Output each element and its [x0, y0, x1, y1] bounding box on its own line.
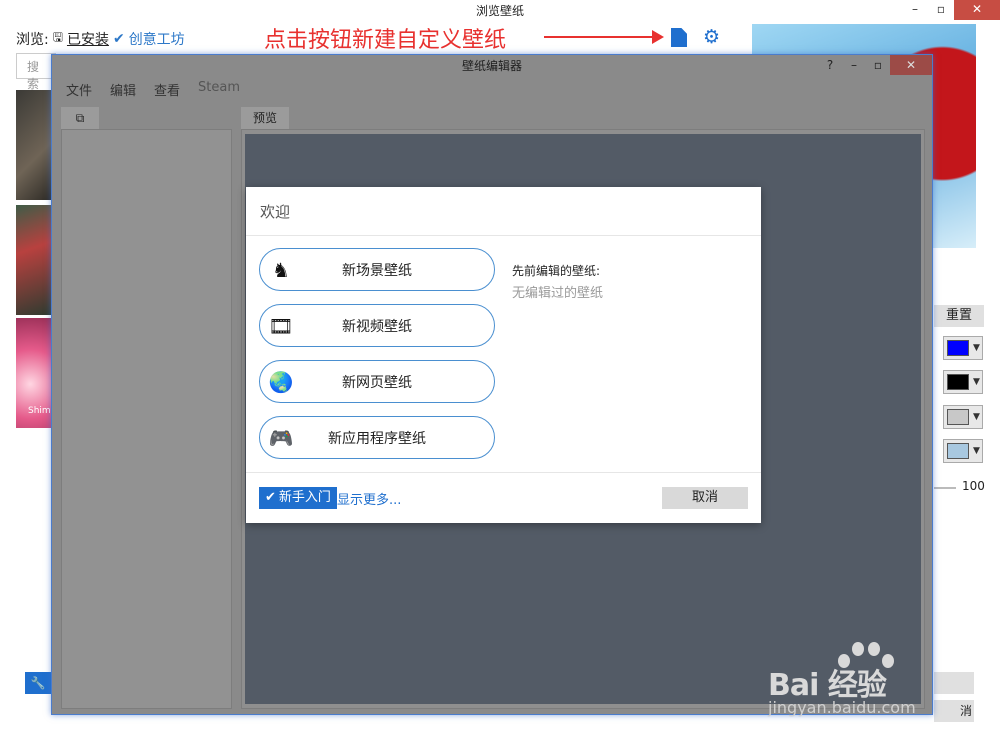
help-button[interactable]: ?: [818, 55, 842, 75]
installed-link[interactable]: 已安装: [67, 29, 109, 49]
close-button[interactable]: ✕: [954, 0, 1000, 20]
cancel-button[interactable]: 取消: [662, 487, 748, 509]
dropdown-arrow-icon: ▼: [973, 377, 980, 387]
editor-title: 壁纸编辑器: [461, 59, 522, 73]
color-picker[interactable]: ▼: [943, 405, 983, 429]
minimize-button[interactable]: –: [842, 55, 866, 75]
button-label: 新应用程序壁纸: [328, 430, 426, 447]
workshop-link[interactable]: 创意工坊: [129, 29, 185, 49]
window-controls: – ▫ ✕: [902, 0, 1000, 20]
maximize-button[interactable]: ▫: [866, 55, 890, 75]
wallpaper-thumbnail[interactable]: [16, 90, 52, 200]
gamepad-icon: 🎮: [268, 425, 294, 450]
editor-window-controls: ? – ▫ ✕: [818, 55, 932, 75]
layers-panel: [61, 129, 232, 709]
previous-wallpapers-heading: 先前编辑的壁纸:: [512, 264, 601, 278]
layers-tab[interactable]: ⧉: [61, 107, 99, 129]
tab-preview[interactable]: 预览: [241, 107, 289, 129]
menu-file[interactable]: 文件: [66, 80, 92, 99]
color-picker[interactable]: ▼: [943, 439, 983, 463]
color-picker[interactable]: ▼: [943, 370, 983, 394]
baidu-watermark: Bai 经验 jingyan.baidu.com: [768, 640, 948, 720]
wallpaper-thumbnail[interactable]: Shim: [16, 318, 52, 428]
getting-started-button[interactable]: ✔ 新手入门: [259, 487, 337, 509]
annotation-arrow: [544, 36, 659, 38]
show-more-link[interactable]: 显示更多...: [337, 489, 401, 508]
welcome-dialog: 欢迎 ♞ 新场景壁纸 🎞 新视频壁纸 🌏 新网页壁纸 🎮 新应用程序壁纸 先前编…: [246, 187, 761, 523]
getting-started-label: 新手入门: [278, 490, 331, 505]
dropdown-arrow-icon: ▼: [973, 343, 980, 353]
dropdown-arrow-icon: ▼: [973, 446, 980, 456]
layers-icon: ⧉: [75, 111, 85, 125]
maximize-button[interactable]: ▫: [928, 0, 954, 20]
color-swatch: [947, 443, 969, 459]
film-icon: 🎞: [268, 313, 294, 338]
reset-button[interactable]: 重置: [934, 305, 984, 327]
close-button[interactable]: ✕: [890, 55, 932, 75]
annotation-text: 点击按钮新建自定义壁纸: [264, 28, 507, 53]
slider-track[interactable]: [934, 487, 956, 489]
button-label: 新网页壁纸: [342, 374, 412, 391]
globe-icon: 🌏: [268, 369, 294, 394]
dialog-divider: [246, 472, 761, 473]
wrench-button[interactable]: 🔧: [25, 672, 51, 694]
new-video-wallpaper-button[interactable]: 🎞 新视频壁纸: [259, 304, 495, 347]
new-web-wallpaper-button[interactable]: 🌏 新网页壁纸: [259, 360, 495, 403]
button-label: 新视频壁纸: [342, 318, 412, 335]
chess-knight-icon: ♞: [272, 257, 290, 282]
dropdown-arrow-icon: ▼: [973, 412, 980, 422]
thumbnail-caption: Shim: [28, 406, 51, 416]
new-file-icon[interactable]: [671, 28, 687, 47]
color-swatch: [947, 340, 969, 356]
steam-icon: ✔: [112, 30, 125, 47]
menu-view[interactable]: 查看: [154, 80, 180, 99]
slider-value: 100: [962, 479, 985, 493]
annotation-arrowhead: [652, 30, 664, 44]
menu-bar: 文件 编辑 查看 Steam: [66, 80, 240, 99]
color-swatch: [947, 409, 969, 425]
window-title: 浏览壁纸: [475, 4, 524, 18]
color-picker[interactable]: ▼: [943, 336, 983, 360]
menu-edit[interactable]: 编辑: [110, 80, 136, 99]
browse-label: 浏览:: [16, 31, 49, 48]
menu-steam[interactable]: Steam: [198, 80, 240, 99]
disk-icon: 🖫: [52, 30, 63, 44]
minimize-button[interactable]: –: [902, 0, 928, 20]
new-application-wallpaper-button[interactable]: 🎮 新应用程序壁纸: [259, 416, 495, 459]
steam-icon: ✔: [265, 490, 276, 505]
wallpaper-thumbnail[interactable]: [16, 205, 52, 315]
new-scene-wallpaper-button[interactable]: ♞ 新场景壁纸: [259, 248, 495, 291]
dialog-title: 欢迎: [246, 187, 761, 236]
browse-row: 浏览: 🖫 已安装 ✔ 创意工坊: [16, 28, 185, 49]
search-input[interactable]: 搜索: [16, 53, 56, 91]
color-swatch: [947, 374, 969, 390]
button-label: 新场景壁纸: [342, 262, 412, 279]
watermark-url: jingyan.baidu.com: [768, 698, 916, 717]
previous-wallpapers-empty: 无编辑过的壁纸: [512, 286, 604, 301]
gear-icon[interactable]: ⚙: [703, 27, 720, 47]
